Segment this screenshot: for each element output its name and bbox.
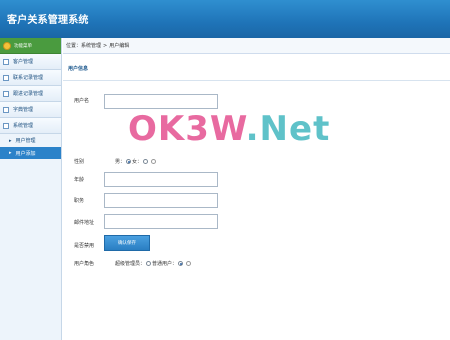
sidebar-item-dictionary[interactable]: 字典管理	[0, 102, 61, 118]
sidebar-item-label: 字典管理	[13, 107, 34, 113]
folder-icon	[3, 74, 9, 81]
folder-icon	[3, 90, 9, 97]
field-label: 职务	[74, 198, 85, 204]
position-input[interactable]	[104, 193, 218, 208]
breadcrumb-separator: >	[103, 42, 108, 49]
field-label: 性别	[74, 159, 85, 165]
role-admin-radio[interactable]	[146, 261, 152, 266]
watermark-part2: .Net	[245, 109, 331, 149]
sidebar-item-label: 客户管理	[13, 59, 34, 65]
app-title: 客户关系管理系统	[7, 15, 89, 26]
sidebar-item-label: 系统管理	[13, 123, 34, 129]
sidebar-item-label: 联系记录管理	[13, 75, 44, 81]
watermark-part1: OK3W	[128, 109, 246, 149]
help-icon	[151, 159, 157, 164]
form-row-role: 用户角色 超级管理员： 普通用户：	[74, 260, 192, 267]
breadcrumb-item-edit: 用户编辑	[109, 43, 130, 49]
role-normal-label: 普通用户：	[152, 261, 178, 267]
field-label: 用户角色	[74, 261, 95, 267]
breadcrumb: 位置： 系统管理 > 用户编辑	[63, 38, 450, 54]
sidebar-item-customer[interactable]: 客户管理	[0, 54, 61, 70]
sidebar-item-followup[interactable]: 跟进记录管理	[0, 86, 61, 102]
app-header: 客户关系管理系统	[0, 0, 450, 38]
gender-female-label: 女：	[132, 159, 143, 165]
form-row-position: 职务	[74, 197, 104, 204]
main-content: 位置： 系统管理 > 用户编辑 用户信息 用户名 性别 男： 女： 年龄 职务 …	[63, 38, 450, 340]
sidebar-item-label: 跟进记录管理	[13, 91, 44, 97]
sidebar-subitem-label: 用户管理	[15, 138, 36, 144]
folder-icon	[3, 58, 9, 65]
section-divider	[63, 80, 450, 81]
sidebar-subitem-user-add[interactable]: ▸ 用户添加	[0, 147, 61, 159]
role-admin-label: 超级管理员：	[115, 261, 146, 267]
help-icon	[186, 261, 192, 266]
gender-female-radio[interactable]	[143, 159, 149, 164]
email-input[interactable]	[104, 214, 218, 229]
gender-male-radio[interactable]	[126, 159, 132, 164]
form-row-gender: 性别 男： 女：	[74, 158, 157, 165]
sidebar-item-contact[interactable]: 联系记录管理	[0, 70, 61, 86]
field-label: 邮件地址	[74, 220, 95, 226]
watermark: OK3W.Net	[128, 112, 330, 146]
bullet-icon: ▸	[9, 150, 12, 156]
folder-icon	[3, 106, 9, 113]
sidebar-subitem-label: 用户添加	[15, 150, 36, 157]
form-row-username: 用户名	[74, 97, 104, 104]
role-normal-radio[interactable]	[178, 261, 184, 266]
form-row-email: 邮件地址	[74, 219, 104, 226]
sidebar-item-system[interactable]: 系统管理	[0, 118, 61, 134]
sidebar-header: 功能菜单	[0, 38, 61, 54]
confirm-save-button[interactable]: 确认保存	[104, 235, 150, 251]
sidebar-subitem-user-management[interactable]: ▸ 用户管理	[0, 134, 61, 147]
age-input[interactable]	[104, 172, 218, 187]
sidebar-header-label: 功能菜单	[14, 43, 32, 49]
folder-icon	[3, 122, 9, 129]
username-input[interactable]	[104, 94, 218, 109]
form-row-age: 年龄	[74, 176, 104, 183]
field-label: 用户名	[74, 98, 90, 104]
section-title: 用户信息	[68, 66, 89, 72]
field-label: 是否禁用	[74, 243, 95, 249]
field-label: 年龄	[74, 177, 85, 183]
breadcrumb-prefix: 位置：	[66, 43, 82, 49]
sidebar: 功能菜单 客户管理 联系记录管理 跟进记录管理 字典管理 系统管理 ▸ 用户管理…	[0, 38, 62, 340]
breadcrumb-item-system[interactable]: 系统管理	[81, 42, 101, 49]
bullet-icon: ▸	[9, 137, 12, 144]
menu-icon	[3, 41, 11, 50]
gender-male-label: 男：	[115, 159, 126, 165]
